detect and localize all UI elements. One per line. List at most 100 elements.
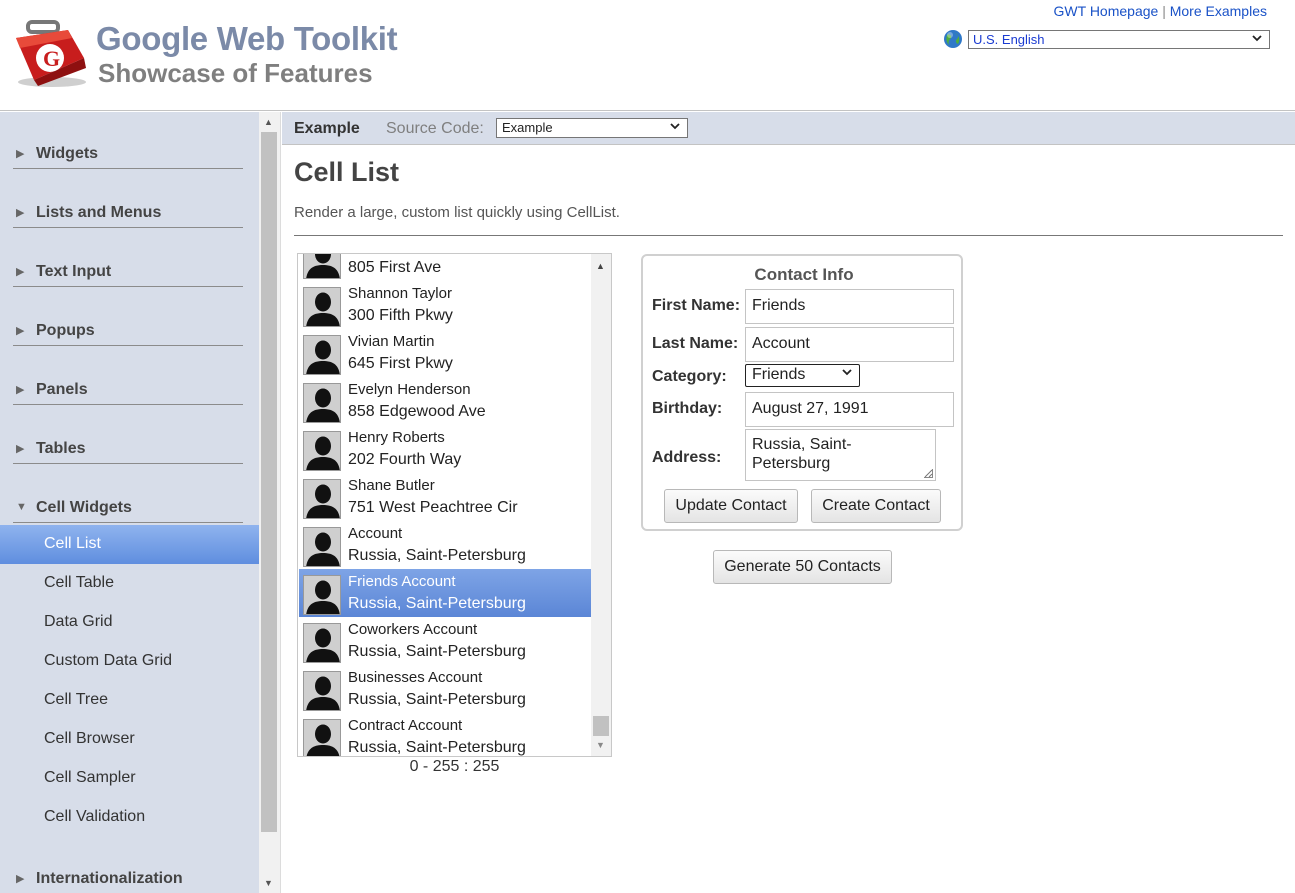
scroll-up-icon[interactable]: ▲ bbox=[596, 261, 605, 271]
collapsed-arrow-icon: ▶ bbox=[16, 443, 25, 455]
app-title: Google Web Toolkit bbox=[96, 20, 398, 57]
contact-list-item[interactable]: Shane Butler 751 West Peachtree Cir bbox=[299, 473, 591, 521]
contact-list-item[interactable]: Friends Account Russia, Saint-Petersburg bbox=[299, 569, 591, 617]
scrollbar-thumb[interactable] bbox=[261, 132, 277, 832]
sidebar-category-cell-widgets[interactable]: ▼ Cell Widgets bbox=[13, 497, 243, 523]
contact-list-item[interactable]: Account Russia, Saint-Petersburg bbox=[299, 521, 591, 569]
resize-grip-icon[interactable] bbox=[924, 469, 933, 478]
update-contact-button[interactable]: Update Contact bbox=[664, 489, 798, 523]
sidebar-item-custom-data-grid[interactable]: Custom Data Grid bbox=[0, 642, 259, 681]
sidebar-item-cell-table[interactable]: Cell Table bbox=[0, 564, 259, 603]
first-name-label: First Name: bbox=[652, 297, 741, 314]
gwt-toolbox-logo-icon: G bbox=[12, 18, 92, 88]
birthday-field[interactable]: August 27, 1991 bbox=[745, 392, 954, 427]
tab-example[interactable]: Example bbox=[294, 120, 360, 138]
contact-address: Russia, Saint-Petersburg bbox=[348, 691, 526, 708]
scroll-up-icon[interactable]: ▲ bbox=[264, 117, 273, 127]
example-tab-bar: Example Source Code: Example bbox=[282, 112, 1295, 145]
sidebar-item-label: Cell Sampler bbox=[44, 769, 136, 786]
top-links: GWT Homepage | More Examples bbox=[1054, 3, 1267, 19]
sidebar-category-tables[interactable]: ▶ Tables bbox=[13, 438, 243, 464]
category-label: Text Input bbox=[36, 263, 112, 280]
sidebar-item-cell-validation[interactable]: Cell Validation bbox=[0, 798, 259, 837]
contact-avatar-icon bbox=[303, 431, 341, 471]
category-label: Popups bbox=[36, 322, 95, 339]
chevron-down-icon bbox=[1251, 32, 1263, 47]
contact-name: Henry Roberts bbox=[348, 429, 445, 446]
sidebar-item-cell-browser[interactable]: Cell Browser bbox=[0, 720, 259, 759]
category-label: Widgets bbox=[36, 145, 99, 162]
globe-icon bbox=[943, 29, 963, 49]
contact-list-item[interactable]: Vivian Martin 645 First Pkwy bbox=[299, 329, 591, 377]
sidebar-item-cell-list[interactable]: Cell List bbox=[0, 525, 259, 564]
contact-avatar-icon bbox=[303, 527, 341, 567]
contact-name: Coworkers Account bbox=[348, 621, 478, 638]
contact-address: 645 First Pkwy bbox=[348, 355, 453, 372]
sidebar-category-widgets[interactable]: ▶ Widgets bbox=[13, 143, 243, 169]
contact-list-item[interactable]: Henry Roberts 202 Fourth Way bbox=[299, 425, 591, 473]
create-contact-button[interactable]: Create Contact bbox=[811, 489, 941, 523]
contact-address: 300 Fifth Pkwy bbox=[348, 307, 453, 324]
sidebar-category-lists-and-menus[interactable]: ▶ Lists and Menus bbox=[13, 202, 243, 228]
contact-avatar-icon bbox=[303, 671, 341, 711]
collapsed-arrow-icon: ▶ bbox=[16, 873, 25, 885]
contact-name: Contract Account bbox=[348, 717, 463, 734]
contact-list-item[interactable]: Contract Account Russia, Saint-Petersburg bbox=[299, 713, 591, 756]
link-separator: | bbox=[1162, 3, 1166, 19]
cell-list-scrollbar[interactable]: ▲ ▼ bbox=[591, 254, 611, 756]
last-name-field[interactable]: Account bbox=[745, 327, 954, 362]
app-subtitle: Showcase of Features bbox=[98, 58, 373, 88]
page-title: Cell List bbox=[294, 157, 400, 187]
contact-list-item[interactable]: Shannon Taylor 300 Fifth Pkwy bbox=[299, 281, 591, 329]
contact-address: 202 Fourth Way bbox=[348, 451, 462, 468]
contact-list-item[interactable]: 805 First Ave bbox=[299, 254, 591, 281]
category-label: Internationalization bbox=[36, 870, 183, 887]
header: G Google Web Toolkit Showcase of Feature… bbox=[0, 0, 1295, 111]
sidebar-item-cell-sampler[interactable]: Cell Sampler bbox=[0, 759, 259, 798]
contact-list-item[interactable]: Coworkers Account Russia, Saint-Petersbur… bbox=[299, 617, 591, 665]
contact-info-title: Contact Info bbox=[754, 265, 854, 284]
scroll-down-icon[interactable]: ▼ bbox=[264, 878, 273, 888]
scroll-down-icon[interactable]: ▼ bbox=[596, 740, 605, 750]
scrollbar-thumb[interactable] bbox=[593, 716, 609, 736]
category-label: Panels bbox=[36, 381, 88, 398]
contact-list-item[interactable]: Businesses Account Russia, Saint-Petersbu… bbox=[299, 665, 591, 713]
collapsed-arrow-icon: ▶ bbox=[16, 207, 25, 219]
contact-cell-list[interactable]: 805 First Ave Shannon Taylor 300 Fifth Pkw… bbox=[297, 253, 612, 757]
sidebar-category-panels[interactable]: ▶ Panels bbox=[13, 379, 243, 405]
contact-address: Russia, Saint-Petersburg bbox=[348, 643, 526, 660]
contact-address: Russia, Saint-Petersburg bbox=[348, 739, 526, 756]
contact-list-item[interactable]: Evelyn Henderson 858 Edgewood Ave bbox=[299, 377, 591, 425]
chevron-down-icon bbox=[841, 366, 853, 381]
contact-address: 751 West Peachtree Cir bbox=[348, 499, 518, 516]
collapsed-arrow-icon: ▶ bbox=[16, 148, 25, 160]
chevron-down-icon bbox=[669, 120, 681, 135]
address-label: Address: bbox=[652, 449, 722, 466]
last-name-label: Last Name: bbox=[652, 335, 739, 352]
contact-avatar-icon bbox=[303, 575, 341, 615]
source-code-value: Example bbox=[502, 120, 553, 135]
first-name-field[interactable]: Friends bbox=[745, 289, 954, 324]
sidebar-item-data-grid[interactable]: Data Grid bbox=[0, 603, 259, 642]
category-dropdown[interactable]: Friends bbox=[745, 364, 860, 387]
collapsed-arrow-icon: ▶ bbox=[16, 266, 25, 278]
sidebar-item-label: Data Grid bbox=[44, 613, 113, 630]
category-label: Tables bbox=[36, 440, 86, 457]
locale-dropdown[interactable]: U.S. English bbox=[968, 30, 1270, 49]
source-code-dropdown[interactable]: Example bbox=[496, 118, 688, 138]
contact-avatar-icon bbox=[303, 383, 341, 423]
expanded-arrow-icon: ▼ bbox=[16, 501, 27, 513]
address-textarea[interactable]: Russia, Saint- Petersburg bbox=[745, 429, 936, 481]
sidebar-category-text-input[interactable]: ▶ Text Input bbox=[13, 261, 243, 287]
sidebar-item-cell-tree[interactable]: Cell Tree bbox=[0, 681, 259, 720]
generate-contacts-button[interactable]: Generate 50 Contacts bbox=[713, 550, 892, 584]
category-label: Lists and Menus bbox=[36, 204, 162, 221]
gwt-homepage-link[interactable]: GWT Homepage bbox=[1054, 3, 1159, 19]
more-examples-link[interactable]: More Examples bbox=[1170, 3, 1267, 19]
contact-name: Businesses Account bbox=[348, 669, 483, 686]
svg-text:G: G bbox=[43, 46, 60, 71]
sidebar-scrollbar[interactable]: ▲ ▼ bbox=[259, 112, 281, 893]
sidebar-category-popups[interactable]: ▶ Popups bbox=[13, 320, 243, 346]
sidebar-category-internationalization[interactable]: ▶ Internationalization bbox=[13, 868, 243, 893]
contact-avatar-icon bbox=[303, 335, 341, 375]
